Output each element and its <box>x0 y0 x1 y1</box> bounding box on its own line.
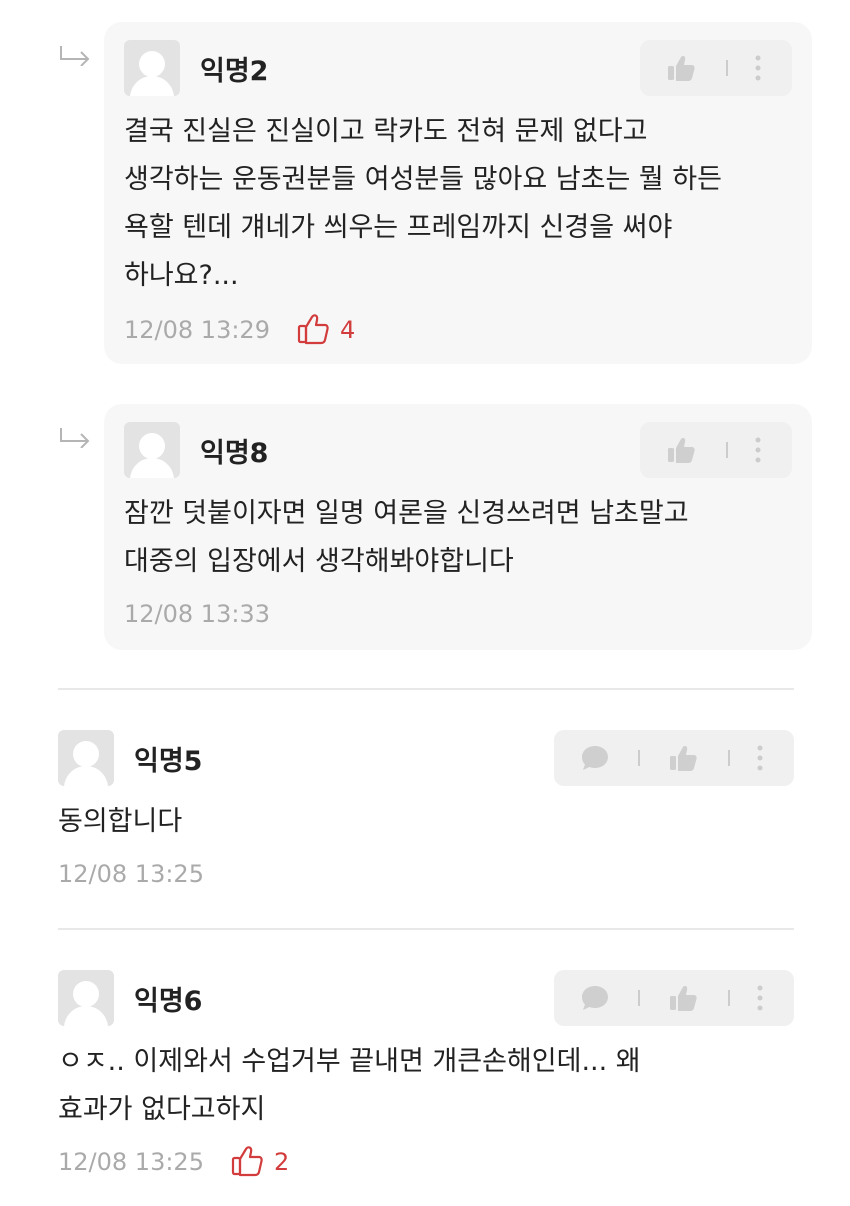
thumbs-up-icon[interactable] <box>296 312 330 346</box>
comment-timestamp: 12/08 13:33 <box>124 600 270 628</box>
like-count: 2 <box>274 1148 290 1176</box>
comment-bubble-icon[interactable] <box>580 744 610 772</box>
avatar <box>124 40 180 96</box>
avatar <box>58 970 114 1026</box>
comment-text: 잠깐 덧붙이자면 일명 여론을 신경쓰려면 남초말고 대중의 입장에서 생각해봐… <box>124 498 689 577</box>
more-vertical-icon[interactable] <box>756 744 764 772</box>
comment-actions <box>554 970 794 1026</box>
divider <box>58 928 794 930</box>
comment-actions <box>554 730 794 786</box>
avatar <box>58 730 114 786</box>
separator <box>728 750 730 766</box>
comment-bubble-icon[interactable] <box>580 984 610 1012</box>
more-vertical-icon[interactable] <box>754 54 762 82</box>
comment-text: 동의합니다 <box>58 806 183 837</box>
comment-timestamp: 12/08 13:29 <box>124 316 270 344</box>
reply-box: 익명2 결국 진실은 진실이고 락카도 전혀 문제 없다고 생각하는 운동권분들… <box>104 22 812 364</box>
separator <box>638 990 640 1006</box>
comment-author: 익명2 <box>200 56 269 87</box>
separator <box>728 990 730 1006</box>
comment-author: 익명6 <box>134 986 203 1017</box>
thumbs-up-icon[interactable] <box>666 54 696 82</box>
separator <box>726 442 728 458</box>
comment-text: 결국 진실은 진실이고 락카도 전혀 문제 없다고 생각하는 운동권분들 여성분… <box>124 116 722 291</box>
comment-timestamp: 12/08 13:25 <box>58 1148 204 1176</box>
reply-arrow-icon <box>60 428 90 448</box>
avatar <box>124 422 180 478</box>
thumbs-up-icon[interactable] <box>668 984 698 1012</box>
comment-actions <box>640 40 792 96</box>
like-count: 4 <box>340 316 356 344</box>
comment-actions <box>640 422 792 478</box>
comment-author: 익명8 <box>200 438 269 469</box>
comment-author: 익명5 <box>134 746 203 777</box>
comment-timestamp: 12/08 13:25 <box>58 860 204 888</box>
reply-arrow-icon <box>60 46 90 66</box>
more-vertical-icon[interactable] <box>754 436 762 464</box>
more-vertical-icon[interactable] <box>756 984 764 1012</box>
separator <box>726 60 728 76</box>
divider <box>58 688 794 690</box>
reply-box: 익명8 잠깐 덧붙이자면 일명 여론을 신경쓰려면 남초말고 대중의 입장에서 … <box>104 404 812 650</box>
thumbs-up-icon[interactable] <box>230 1144 264 1178</box>
thumbs-up-icon[interactable] <box>666 436 696 464</box>
separator <box>638 750 640 766</box>
thumbs-up-icon[interactable] <box>668 744 698 772</box>
comment-text: ㅇㅈ.. 이제와서 수업거부 끝내면 개큰손해인데... 왜 효과가 없다고하지 <box>58 1046 641 1125</box>
